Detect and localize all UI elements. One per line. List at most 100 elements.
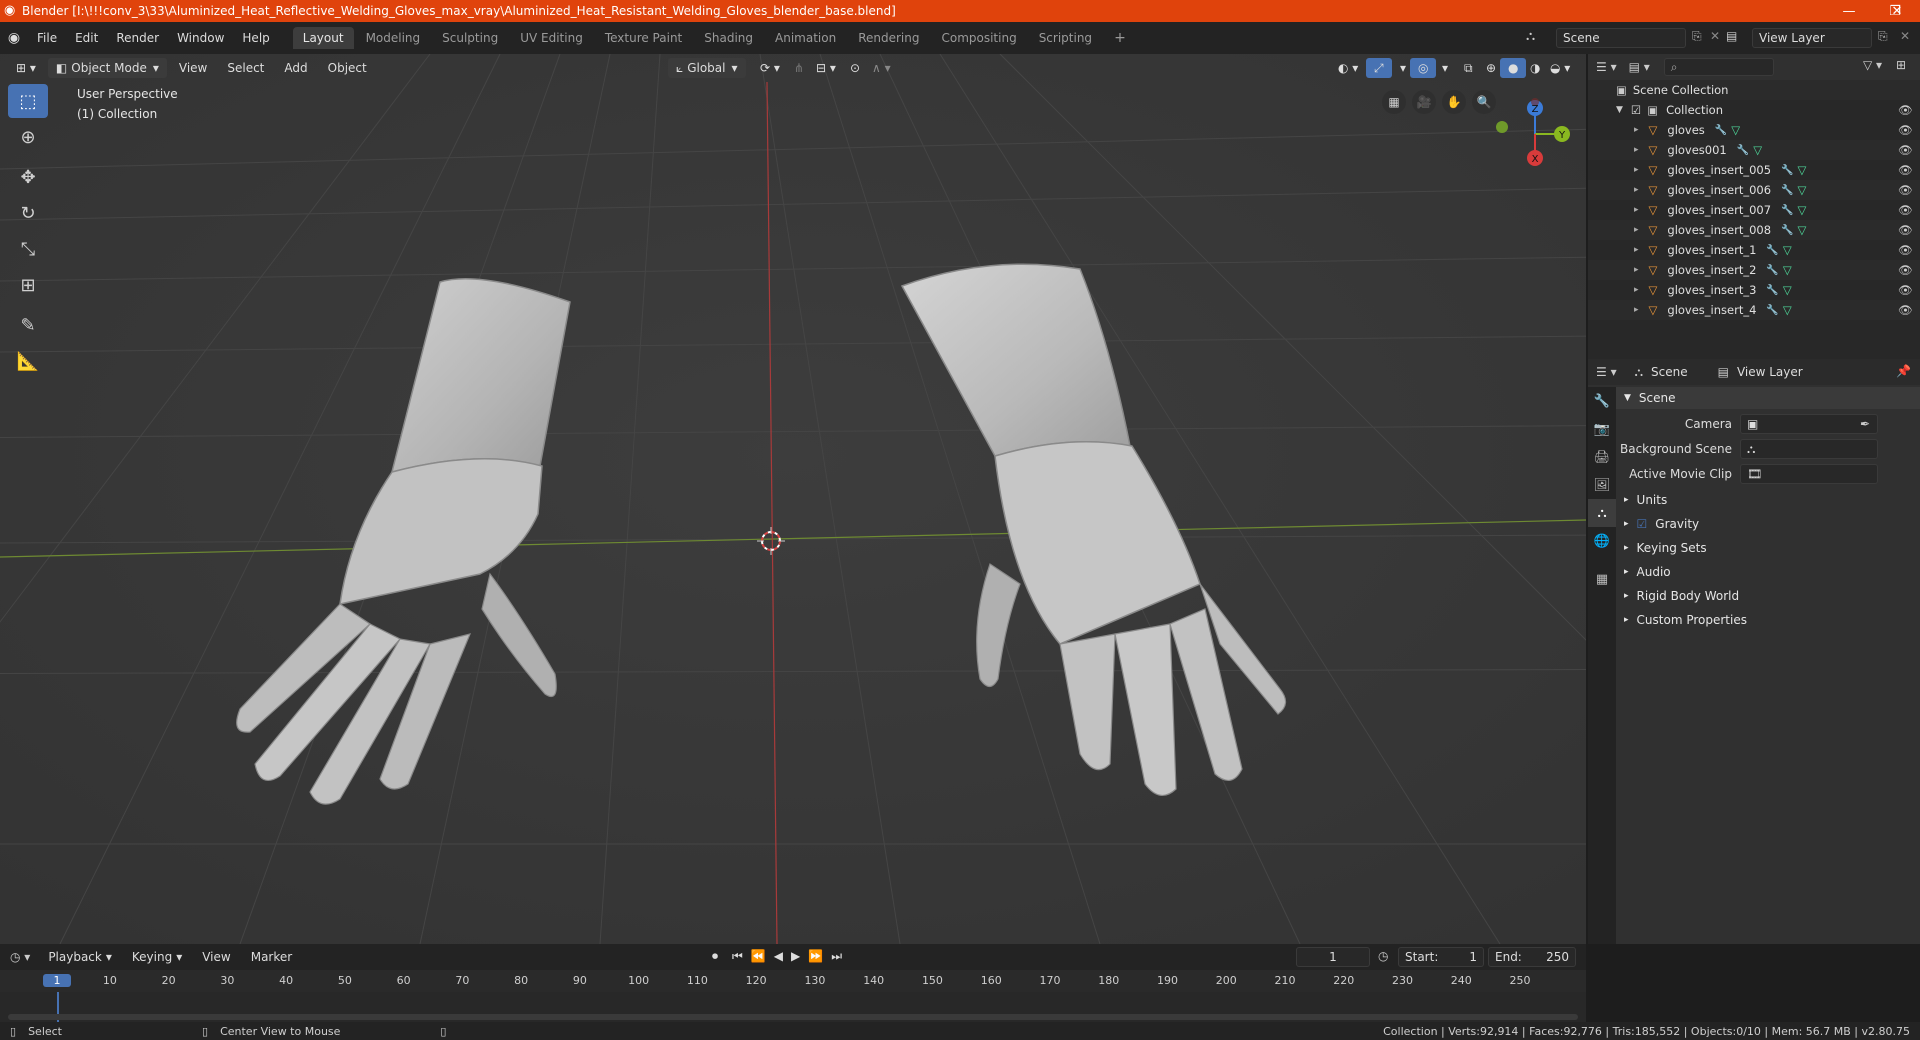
gizmo-toggle-icon[interactable]: ⤢ xyxy=(1366,58,1392,78)
orientation-selector[interactable]: ⟀ Global ▾ xyxy=(668,58,746,78)
modifier-icon[interactable]: 🔧 xyxy=(1781,165,1793,176)
3d-viewport[interactable]: ⊞ ▾ ◧ Object Mode ▾ View Select Add Object… xyxy=(0,54,1586,944)
pan-view-icon[interactable]: ✋ xyxy=(1442,90,1466,114)
subpanel-header[interactable]: ▸ Rigid Body World xyxy=(1616,585,1920,607)
subpanel-header[interactable]: ▸ Custom Properties xyxy=(1616,609,1920,631)
ortho-toggle-icon[interactable]: ▦ xyxy=(1382,90,1406,114)
visibility-eye-icon[interactable]: 👁 xyxy=(1898,183,1913,197)
visibility-eye-icon[interactable]: 👁 xyxy=(1898,263,1913,277)
xray-icon[interactable]: ⧉ xyxy=(1456,58,1481,78)
add-workspace-button[interactable]: + xyxy=(1104,26,1136,50)
visibility-eye-icon[interactable]: 👁 xyxy=(1898,303,1913,317)
expand-arrow-icon[interactable]: ▸ xyxy=(1634,185,1639,195)
expand-arrow-icon[interactable]: ▸ xyxy=(1634,225,1639,235)
scene-new-icon[interactable]: ⎘ xyxy=(1692,29,1702,44)
mesh-data-icon[interactable]: ▽ xyxy=(1797,223,1806,237)
menu-edit[interactable]: Edit xyxy=(66,31,107,45)
pin-icon[interactable]: 📌 xyxy=(1896,364,1911,378)
mesh-data-icon[interactable]: ▽ xyxy=(1783,243,1792,257)
scene-tab-icon[interactable]: ⛬ xyxy=(1588,499,1616,527)
pivot-icon[interactable]: ⟳ ▾ xyxy=(752,58,788,78)
modifier-icon[interactable]: 🔧 xyxy=(1781,225,1793,236)
left-glove-mesh[interactable] xyxy=(220,234,640,814)
scene-selector-icon[interactable]: ⛬ xyxy=(1526,29,1535,44)
menu-window[interactable]: Window xyxy=(168,31,233,45)
annotate-tool-icon[interactable]: ✎ xyxy=(8,308,48,342)
expand-arrow-icon[interactable]: ▸ xyxy=(1634,205,1639,215)
frame-ruler[interactable]: 1 10 20 30 40 50 60 70 80 90 100 110 120 130 140 150 160… xyxy=(0,970,1586,992)
right-glove-mesh[interactable] xyxy=(880,224,1320,804)
scene-remove-icon[interactable]: ✕ xyxy=(1710,29,1720,43)
mesh-data-icon[interactable]: ▽ xyxy=(1797,163,1806,177)
timeline-track-area[interactable] xyxy=(0,992,1586,1022)
select-box-tool-icon[interactable]: ⬚ xyxy=(8,84,48,118)
outliner-search-input[interactable]: ⌕ xyxy=(1663,58,1774,76)
visibility-eye-icon[interactable]: 👁 xyxy=(1898,243,1913,257)
current-frame-field[interactable]: 1 xyxy=(1296,947,1370,967)
mesh-data-icon[interactable]: ▽ xyxy=(1797,183,1806,197)
texture-tab-icon[interactable]: ▦ xyxy=(1588,565,1616,593)
active-movie-clip-field[interactable]: 🎞 xyxy=(1740,464,1878,484)
visibility-icon[interactable]: ◐ ▾ xyxy=(1330,58,1366,78)
record-icon[interactable]: ⏺ xyxy=(712,949,718,964)
viewport-menu-select[interactable]: Select xyxy=(219,58,272,78)
end-frame-field[interactable]: End: 250 xyxy=(1488,947,1576,967)
visibility-eye-icon[interactable]: 👁 xyxy=(1898,283,1913,297)
expand-arrow-icon[interactable]: ▸ xyxy=(1634,125,1639,135)
keying-menu[interactable]: Keying ▾ xyxy=(124,947,190,967)
cursor-tool-icon[interactable]: ⊕ xyxy=(8,120,48,154)
blender-menu-icon[interactable]: ◉ xyxy=(0,30,28,46)
tab-compositing[interactable]: Compositing xyxy=(931,27,1026,49)
outliner-row-object[interactable]: ▸ ▽ gloves_insert_2 🔧 ▽ 👁 xyxy=(1588,260,1920,280)
playback-menu[interactable]: Playback ▾ xyxy=(40,947,120,967)
tab-uv-editing[interactable]: UV Editing xyxy=(510,27,593,49)
minimize-button[interactable]: — xyxy=(1826,0,1872,22)
modifier-icon[interactable]: 🔧 xyxy=(1766,305,1778,316)
expand-arrow-icon[interactable]: ▸ xyxy=(1634,165,1639,175)
expand-arrow-icon[interactable]: ▸ xyxy=(1634,305,1639,315)
expand-arrow-icon[interactable]: ▸ xyxy=(1634,285,1639,295)
outliner-editor-type-icon[interactable]: ☰ ▾ xyxy=(1596,60,1617,74)
outliner-row-scene-collection[interactable]: ▣ Scene Collection xyxy=(1588,80,1920,100)
expand-arrow-icon[interactable]: ▸ xyxy=(1634,145,1639,155)
rotate-tool-icon[interactable]: ↻ xyxy=(8,196,48,230)
editor-type-icon[interactable]: ⊞ ▾ xyxy=(8,58,44,78)
modifier-icon[interactable]: 🔧 xyxy=(1781,205,1793,216)
modifier-icon[interactable]: 🔧 xyxy=(1766,245,1778,256)
visibility-eye-icon[interactable]: 👁 xyxy=(1898,103,1913,117)
render-tab-icon[interactable]: 📷 xyxy=(1588,415,1616,443)
expand-arrow-icon[interactable]: ▸ xyxy=(1634,265,1639,275)
tab-layout[interactable]: Layout xyxy=(292,27,354,49)
new-collection-icon[interactable]: ⊞ xyxy=(1896,58,1906,72)
tab-modeling[interactable]: Modeling xyxy=(356,27,431,49)
tab-texture-paint[interactable]: Texture Paint xyxy=(595,27,692,49)
tab-shading[interactable]: Shading xyxy=(694,27,763,49)
filter-icon[interactable]: ▽ ▾ xyxy=(1863,58,1882,72)
tab-scripting[interactable]: Scripting xyxy=(1029,27,1102,49)
overlay-dropdown-icon[interactable]: ▾ xyxy=(1434,58,1456,78)
outliner-row-object[interactable]: ▸ ▽ gloves_insert_3 🔧 ▽ 👁 xyxy=(1588,280,1920,300)
world-tab-icon[interactable]: 🌐 xyxy=(1588,527,1616,555)
jump-keyframe-forward-icon[interactable]: ⏩ xyxy=(808,949,823,964)
tab-rendering[interactable]: Rendering xyxy=(848,27,929,49)
exclude-checkbox[interactable]: ☑ xyxy=(1631,103,1641,117)
viewport-menu-view[interactable]: View xyxy=(171,58,215,78)
subpanel-header[interactable]: ▸ Units xyxy=(1616,489,1920,511)
visibility-eye-icon[interactable]: 👁 xyxy=(1898,203,1913,217)
outliner-row-object[interactable]: ▸ ▽ gloves_insert_1 🔧 ▽ 👁 xyxy=(1588,240,1920,260)
modifier-icon[interactable]: 🔧 xyxy=(1766,285,1778,296)
view-layer-new-icon[interactable]: ⎘ xyxy=(1878,29,1888,44)
mesh-data-icon[interactable]: ▽ xyxy=(1797,203,1806,217)
falloff-icon[interactable]: ∧ ▾ xyxy=(864,58,899,78)
close-button[interactable]: ✕ xyxy=(1874,0,1920,22)
background-scene-field[interactable]: ⛬ xyxy=(1740,439,1878,459)
visibility-eye-icon[interactable]: 👁 xyxy=(1898,163,1913,177)
axis-gizmo[interactable]: Z Y X xyxy=(1490,94,1586,174)
move-tool-icon[interactable]: ✥ xyxy=(8,160,48,194)
outliner-row-object[interactable]: ▸ ▽ gloves_insert_4 🔧 ▽ 👁 xyxy=(1588,300,1920,320)
mesh-data-icon[interactable]: ▽ xyxy=(1783,263,1792,277)
outliner-row-object[interactable]: ▸ ▽ gloves_insert_005 🔧 ▽ 👁 xyxy=(1588,160,1920,180)
mode-selector[interactable]: ◧ Object Mode ▾ xyxy=(47,58,167,78)
scale-tool-icon[interactable]: ⤡ xyxy=(8,232,48,266)
outliner-row-collection[interactable]: ▼ ☑ ▣ Collection 👁 xyxy=(1588,100,1920,120)
